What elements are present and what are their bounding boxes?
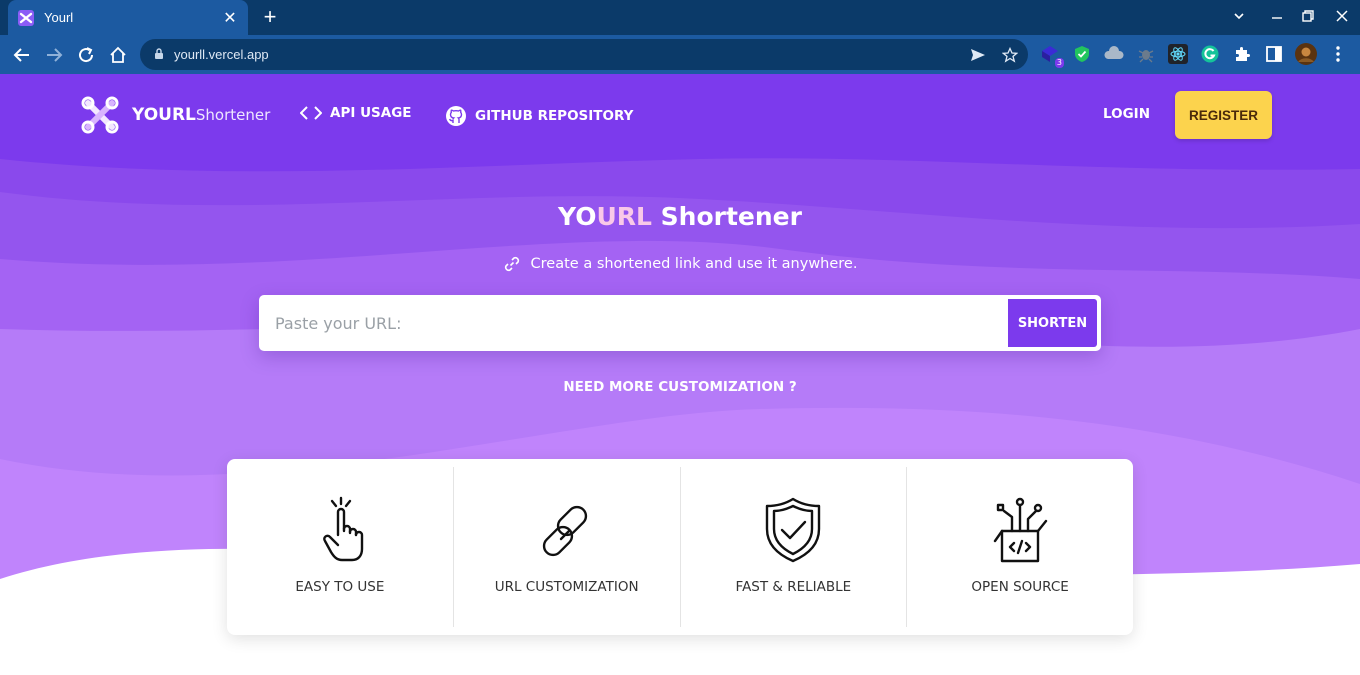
grammarly-icon[interactable]: [1199, 43, 1221, 65]
browser-menu-icon[interactable]: [1327, 43, 1349, 65]
github-repository-link[interactable]: GITHUB REPOSITORY: [445, 105, 633, 127]
send-tab-icon[interactable]: [966, 39, 990, 70]
github-icon: [446, 106, 466, 126]
url-text: yourll.vercel.app: [174, 47, 269, 62]
extension-badge: 3: [1054, 58, 1064, 68]
shield-extension-icon[interactable]: [1071, 43, 1093, 65]
api-usage-label: API USAGE: [330, 105, 412, 121]
github-label: GITHUB REPOSITORY: [475, 108, 634, 124]
forward-arrow-icon[interactable]: [41, 42, 67, 68]
shorten-button[interactable]: SHORTEN: [1008, 299, 1097, 347]
bug-extension-icon[interactable]: [1135, 43, 1157, 65]
restore-window-icon[interactable]: [1296, 6, 1320, 28]
extension-cube-icon[interactable]: 3: [1039, 43, 1064, 68]
chain-link-icon: [542, 505, 587, 557]
hero-title-highlight: URL: [596, 202, 652, 231]
feature-easy-to-use: EASY TO USE: [227, 467, 454, 627]
browser-tab[interactable]: Yourl ✕: [8, 0, 248, 35]
tab-title: Yourl: [44, 10, 74, 25]
logo-text-light: Shortener: [195, 106, 271, 124]
home-icon[interactable]: [105, 42, 131, 68]
close-window-icon[interactable]: [1330, 6, 1354, 28]
link-icon: [504, 256, 519, 272]
code-box-icon: [993, 497, 1048, 563]
feature-label: OPEN SOURCE: [971, 579, 1069, 595]
feature-label: URL CUSTOMIZATION: [494, 579, 639, 595]
tab-close-icon[interactable]: ✕: [222, 8, 238, 27]
hero-title: YOURL Shortener: [0, 202, 1360, 231]
new-tab-button[interactable]: +: [258, 6, 282, 30]
feature-fast-reliable: FAST & RELIABLE: [681, 467, 908, 627]
bookmark-star-icon[interactable]: [998, 39, 1022, 70]
web-page: YOURL Shortener API USAGE GITHUB REPOSIT…: [0, 74, 1360, 675]
address-bar[interactable]: yourll.vercel.app: [140, 39, 1028, 70]
login-link[interactable]: LOGIN: [1103, 106, 1150, 122]
browser-tab-bar: Yourl ✕ +: [0, 0, 1360, 35]
feature-url-customization: URL CUSTOMIZATION: [454, 467, 681, 627]
extensions-puzzle-icon[interactable]: [1231, 43, 1253, 65]
cloud-extension-icon[interactable]: [1103, 43, 1125, 65]
hand-pointer-icon: [323, 496, 364, 562]
features-card: EASY TO USE URL CUSTOMIZATION FAST & REL…: [227, 459, 1133, 635]
feature-label: FAST & RELIABLE: [735, 579, 852, 595]
shield-check-icon: [766, 497, 821, 563]
code-brackets-icon: [300, 106, 322, 120]
browser-toolbar: yourll.vercel.app 3: [0, 35, 1360, 74]
lock-icon: [154, 45, 164, 64]
yourl-favicon-icon: [18, 9, 34, 26]
api-usage-link[interactable]: API USAGE: [300, 105, 412, 121]
hero-title-part2: Shortener: [651, 202, 802, 231]
reload-icon[interactable]: [73, 42, 99, 68]
register-button[interactable]: REGISTER: [1175, 91, 1272, 139]
feature-open-source: OPEN SOURCE: [907, 467, 1133, 627]
yourl-logo-icon: [81, 96, 119, 134]
feature-label: EASY TO USE: [295, 579, 385, 595]
site-logo[interactable]: YOURL Shortener: [80, 95, 270, 135]
hero-title-part1: YO: [558, 202, 597, 231]
shorten-url-form: SHORTEN: [259, 295, 1101, 351]
need-more-customization-link[interactable]: NEED MORE CUSTOMIZATION ?: [0, 379, 1360, 395]
back-arrow-icon[interactable]: [9, 42, 35, 68]
hero-subtitle-text: Create a shortened link and use it anywh…: [530, 256, 858, 272]
url-input[interactable]: [259, 295, 1007, 351]
profile-avatar[interactable]: [1295, 43, 1317, 65]
side-panel-icon[interactable]: [1263, 43, 1285, 65]
tab-search-dropdown-icon[interactable]: [1227, 6, 1251, 28]
hero-subtitle: Create a shortened link and use it anywh…: [0, 255, 1360, 273]
logo-text-strong: YOURL: [132, 105, 196, 125]
minimize-window-icon[interactable]: [1265, 6, 1289, 28]
react-devtools-icon[interactable]: [1167, 43, 1189, 65]
